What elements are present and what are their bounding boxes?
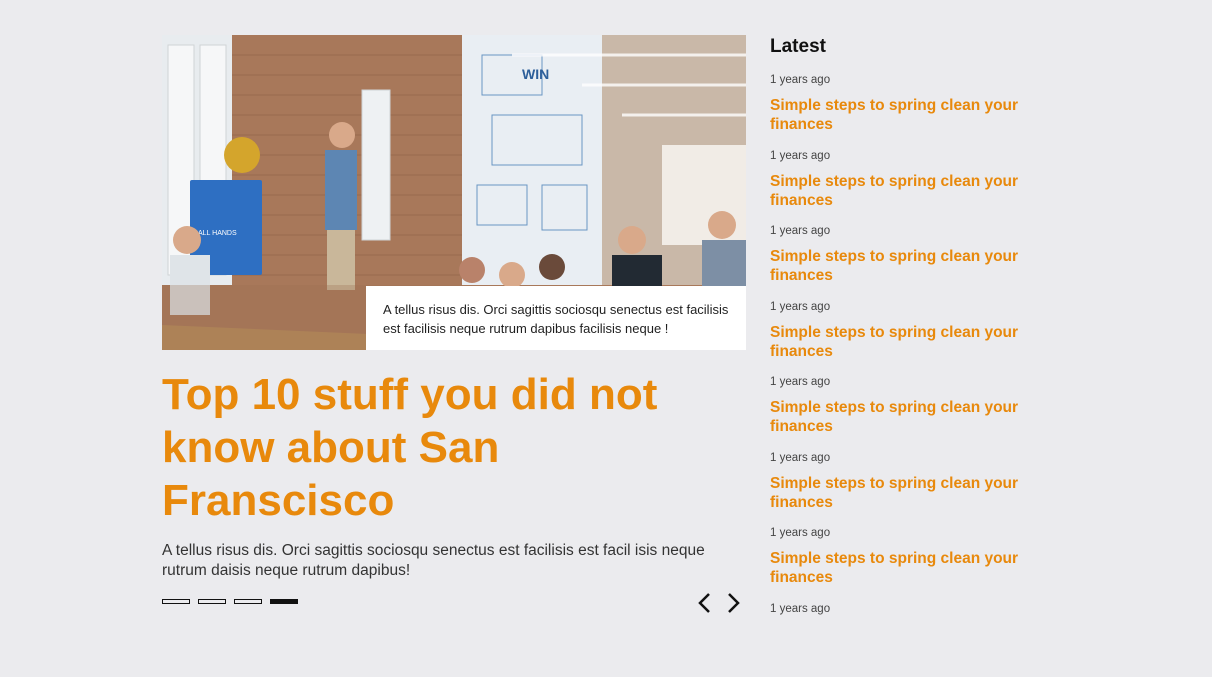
post-date: 1 years ago <box>770 526 1040 540</box>
svg-text:ALL HANDS: ALL HANDS <box>198 230 237 237</box>
carousel-pager <box>162 599 298 604</box>
pager-dot-active[interactable] <box>270 599 298 604</box>
list-item: 1 years ago Simple steps to spring clean… <box>770 451 1040 527</box>
list-item: 1 years ago Simple steps to spring clean… <box>770 73 1040 149</box>
list-item: 1 years ago Simple steps to spring clean… <box>770 149 1040 225</box>
featured-image[interactable]: WIN ALL HANDS <box>162 35 746 350</box>
list-item: 1 years ago Simple steps to spring clean… <box>770 224 1040 300</box>
chevron-right-icon[interactable] <box>724 591 742 615</box>
post-title-link[interactable]: Simple steps to spring clean your financ… <box>770 323 1030 361</box>
post-date: 1 years ago <box>770 451 1040 465</box>
post-date: 1 years ago <box>770 149 1040 163</box>
image-caption: A tellus risus dis. Orci sagittis socios… <box>366 286 746 350</box>
post-title-link[interactable]: Simple steps to spring clean your financ… <box>770 398 1030 436</box>
post-date: 1 years ago <box>770 300 1040 314</box>
article-excerpt: A tellus risus dis. Orci sagittis socios… <box>162 541 722 581</box>
pager-dot[interactable] <box>198 599 226 604</box>
post-title-link[interactable]: Simple steps to spring clean your financ… <box>770 96 1030 134</box>
post-date: 1 years ago <box>770 73 1040 87</box>
latest-sidebar: Latest 1 years ago Simple steps to sprin… <box>770 36 1040 677</box>
article-headline[interactable]: Top 10 stuff you did not know about San … <box>162 368 722 527</box>
pager-dot[interactable] <box>234 599 262 604</box>
list-item: 1 years ago <box>770 602 1040 677</box>
carousel-arrows <box>696 591 742 615</box>
post-date: 1 years ago <box>770 224 1040 238</box>
post-date: 1 years ago <box>770 375 1040 389</box>
chevron-left-icon[interactable] <box>696 591 714 615</box>
list-item: 1 years ago Simple steps to spring clean… <box>770 526 1040 602</box>
pager-dot[interactable] <box>162 599 190 604</box>
sidebar-title: Latest <box>770 36 1040 58</box>
featured-article: WIN ALL HANDS <box>162 35 746 581</box>
post-title-link[interactable]: Simple steps to spring clean your financ… <box>770 474 1030 512</box>
list-item: 1 years ago Simple steps to spring clean… <box>770 375 1040 451</box>
post-title-link[interactable]: Simple steps to spring clean your financ… <box>770 247 1030 285</box>
latest-list: 1 years ago Simple steps to spring clean… <box>770 73 1040 677</box>
list-item: 1 years ago Simple steps to spring clean… <box>770 300 1040 376</box>
svg-text:WIN: WIN <box>522 66 549 82</box>
post-title-link[interactable]: Simple steps to spring clean your financ… <box>770 172 1030 210</box>
post-date: 1 years ago <box>770 602 1040 616</box>
post-title-link[interactable]: Simple steps to spring clean your financ… <box>770 549 1030 587</box>
